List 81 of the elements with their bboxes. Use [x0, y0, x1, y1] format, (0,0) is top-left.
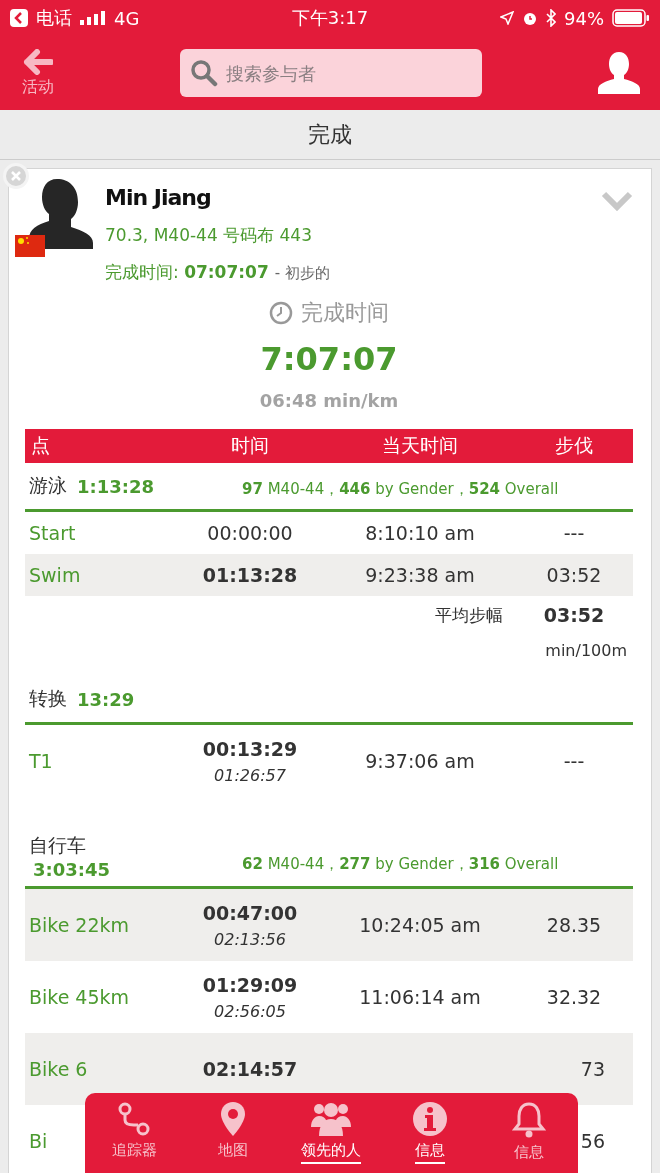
summary-label: 完成时间: [301, 299, 389, 327]
expand-chevron[interactable]: [601, 191, 633, 211]
section-total: 13:29: [77, 688, 135, 710]
clock-time: 下午3:17: [291, 6, 369, 30]
page-title: 完成: [308, 120, 352, 149]
average-unit: min/100m: [544, 641, 628, 660]
cumulative-time: 02:13:56: [214, 929, 286, 949]
time-of-day: 9:23:38 am: [365, 564, 475, 586]
battery-icon: [612, 9, 650, 27]
split-time: 01:29:09: [202, 973, 298, 996]
split-point: Swim: [29, 564, 81, 586]
split-point: T1: [29, 750, 53, 772]
split-time: 01:13:28: [202, 564, 298, 586]
split-pace: 73: [580, 1058, 605, 1080]
finish-time-line: 完成时间: 07:07:07: [105, 261, 269, 284]
people-icon: [309, 1101, 354, 1137]
section-title: 转换: [29, 686, 67, 711]
split-pace: ---: [563, 750, 585, 772]
split-point: Bike 22km: [29, 914, 130, 936]
bluetooth-icon: [546, 9, 556, 27]
split-point: Bi: [29, 1130, 48, 1152]
back-app-label[interactable]: 电话: [36, 6, 72, 30]
time-of-day: 11:06:14 am: [359, 986, 481, 1008]
bell-icon: [511, 1101, 546, 1139]
tab-item[interactable]: 地图: [183, 1101, 283, 1173]
split-pace: 56: [580, 1130, 605, 1152]
column-header: 当天时间: [381, 433, 459, 458]
time-of-day: 10:24:05 am: [359, 914, 481, 936]
split-point: Start: [29, 522, 76, 544]
cumulative-time: 02:56:05: [214, 1001, 286, 1021]
network-label: 4G: [114, 7, 140, 29]
section-title: 自行车: [29, 833, 86, 858]
tab-item[interactable]: 领先的人: [282, 1101, 381, 1173]
flag-icon: [15, 235, 45, 257]
location-arrow-icon: [500, 11, 514, 25]
athlete-name: Min Jiang: [105, 185, 212, 210]
split-point: Bike 6: [29, 1058, 88, 1080]
split-point: Bike 45km: [29, 986, 130, 1008]
average-value: 03:52: [542, 604, 606, 627]
close-icon: [10, 170, 22, 182]
column-header: 步伐: [554, 433, 594, 458]
split-time: 00:13:29: [202, 737, 298, 760]
split-time: 00:47:00: [202, 901, 298, 924]
close-button[interactable]: [3, 163, 29, 189]
clock-icon: [269, 301, 293, 325]
column-header: 时间: [230, 433, 270, 458]
map-pin-icon: [218, 1101, 247, 1137]
battery-percent: 94%: [564, 7, 604, 29]
average-pace: 06:48 min/km: [259, 390, 399, 411]
section-title: 游泳: [29, 473, 67, 498]
average-label: 平均步幅: [434, 604, 504, 627]
signal-icon: [80, 11, 106, 25]
back-arrow-icon: [23, 48, 53, 75]
tab-item[interactable]: 追踪器: [85, 1101, 184, 1173]
section-total: 3:03:45: [32, 859, 111, 880]
profile-button[interactable]: [596, 50, 642, 96]
search-icon: [190, 59, 218, 87]
split-pace: 28.35: [546, 914, 602, 936]
tab-item[interactable]: 信息: [380, 1101, 480, 1173]
split-pace: ---: [563, 522, 585, 544]
back-badge-icon: [10, 9, 28, 27]
search-field[interactable]: 搜索参与者: [180, 49, 482, 97]
section-total: 1:13:28: [77, 475, 155, 497]
time-of-day: 8:10:10 am: [365, 522, 475, 544]
info-icon: [412, 1101, 449, 1137]
section-ranks: 62 M40-44，277 by Gender，316 Overall: [242, 855, 559, 874]
finish-time: 7:07:07: [260, 340, 398, 378]
split-pace: 03:52: [546, 564, 602, 586]
route-icon: [117, 1101, 152, 1137]
split-time: 00:00:00: [207, 522, 293, 544]
tab-item[interactable]: 信息: [479, 1101, 578, 1173]
split-pace: 32.32: [546, 986, 602, 1008]
cumulative-time: 01:26:57: [214, 765, 286, 785]
back-button[interactable]: 活动: [16, 48, 60, 98]
column-header: 点: [30, 433, 51, 458]
section-ranks: 97 M40-44，446 by Gender，524 Overall: [242, 480, 559, 499]
athlete-details: 70.3, M40-44 号码布 443: [105, 224, 313, 247]
finish-status: - 初步的: [274, 264, 330, 283]
time-of-day: 9:37:06 am: [365, 750, 475, 772]
split-time: 02:14:57: [202, 1058, 298, 1080]
alarm-clock-icon: [522, 10, 538, 26]
